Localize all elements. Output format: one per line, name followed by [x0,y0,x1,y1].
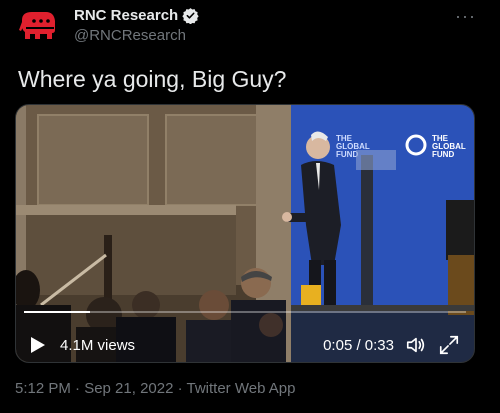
video-controls: 4.1M views 0:05 / 0:33 [16,312,474,362]
gop-elephant-icon [19,12,55,39]
avatar[interactable] [18,8,58,48]
video-player[interactable]: THE GLOBAL FUND THE GLOBAL FUND 4.1M vie… [15,104,475,363]
fullscreen-icon[interactable] [438,334,460,356]
verified-badge-icon [182,8,199,24]
backdrop-text-3: FUND [336,150,358,159]
backdrop-text-6: FUND [432,150,454,159]
volume-icon[interactable] [405,334,427,356]
author-handle[interactable]: @RNCResearch [74,27,186,44]
more-options-icon[interactable]: ··· [455,6,476,27]
tweet-timestamp[interactable]: 5:12 PM · Sep 21, 2022 · Twitter Web App [15,380,295,397]
tweet-text: Where ya going, Big Guy? [18,66,287,92]
video-time: 0:05 / 0:33 [323,337,394,354]
author-name-row[interactable]: RNC Research [74,7,199,24]
view-count: 4.1M views [60,337,136,354]
play-icon[interactable] [30,336,46,354]
author-display-name[interactable]: RNC Research [74,7,178,24]
